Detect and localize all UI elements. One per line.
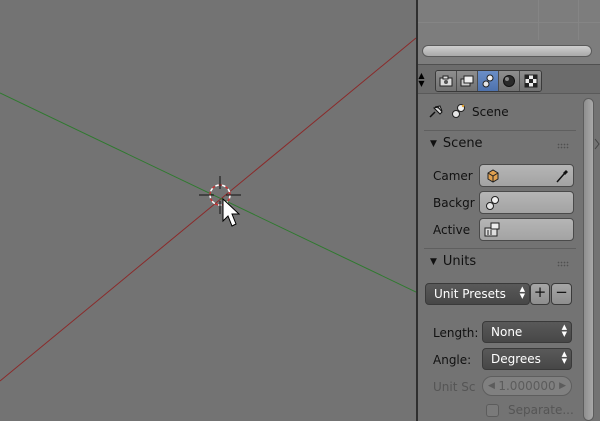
x-axis-line [0,37,416,382]
texture-icon[interactable] [520,71,541,91]
vertical-scrollbar[interactable] [583,98,594,421]
grid-line [578,0,579,40]
properties-editor: ▲ ▼ Scene ▼ Scene Camer Backgr Active ▼ … [418,0,600,421]
unit-presets-label: Unit Presets [434,287,506,301]
context-tabs [435,70,542,92]
scene-icon[interactable] [478,71,499,91]
increment-arrow-icon[interactable]: ▶ [559,377,566,395]
background-scene-field[interactable] [479,191,574,214]
top-area [418,0,600,64]
pin-icon[interactable] [427,104,445,120]
angle-unit-value: Degrees [491,352,541,366]
scene-panel-header[interactable]: ▼ Scene [418,133,578,155]
render-layers-icon[interactable] [457,71,478,91]
properties-header: ▲ ▼ [418,64,600,150]
angle-label: Angle: [433,353,472,367]
3d-viewport[interactable] [0,0,416,421]
background-label: Backgr [433,196,475,210]
length-unit-dropdown[interactable]: None ▲ ▼ [482,321,572,343]
unit-scale-field[interactable]: ◀ 1.000000 ▶ [482,376,572,396]
separate-units-label: Separate... [508,403,574,417]
scene-panel-title: Scene [442,136,483,151]
scene-icon [452,104,465,118]
active-clip-field[interactable] [479,218,574,241]
dropdown-arrows-icon: ▲ ▼ [561,350,567,365]
units-panel-header[interactable]: ▼ Units [418,251,578,273]
remove-preset-button[interactable]: − [551,283,572,305]
dropdown-arrows-icon: ▲ ▼ [519,285,525,300]
separator [424,248,576,249]
header-grip-icon[interactable] [594,131,600,157]
angle-unit-dropdown[interactable]: Degrees ▲ ▼ [482,348,572,370]
decrement-arrow-icon[interactable]: ◀ [488,377,495,395]
y-axis-line [0,92,416,293]
separate-units-checkbox[interactable] [486,404,499,417]
length-label: Length: [433,326,479,340]
panel-drag-grip-icon[interactable] [557,143,569,149]
camera-object-icon [487,169,499,183]
unit-presets-dropdown[interactable]: Unit Presets ▲ ▼ [425,283,530,305]
collapse-triangle-icon: ▼ [430,139,437,149]
horizontal-scrollbar[interactable] [422,45,592,57]
dropdown-arrows-icon: ▲ ▼ [561,323,567,338]
length-unit-value: None [491,325,523,339]
3d-cursor-icon[interactable] [199,176,241,214]
unit-scale-value: 1.000000 [498,379,556,393]
breadcrumb-label: Scene [472,105,509,119]
grid-line [538,0,539,40]
render-camera-icon[interactable] [436,71,457,91]
eyedropper-icon[interactable] [555,168,569,184]
panel-drag-grip-icon[interactable] [557,261,569,267]
separator [424,130,576,131]
world-icon[interactable] [499,71,520,91]
units-panel-title: Units [442,254,477,269]
camera-label: Camer [433,169,473,183]
collapse-triangle-icon: ▼ [430,257,437,267]
active-clip-label: Active [433,223,471,237]
editor-type-arrows-icon[interactable]: ▲ ▼ [418,72,425,88]
breadcrumb: Scene [418,100,578,124]
unit-scale-label: Unit Sc [433,380,476,394]
scene-icon [486,196,499,210]
viewport-canvas [0,37,416,382]
grid-line [418,22,600,23]
camera-field[interactable] [479,164,574,187]
add-preset-button[interactable]: + [530,283,550,305]
movie-clip-icon [484,222,500,237]
